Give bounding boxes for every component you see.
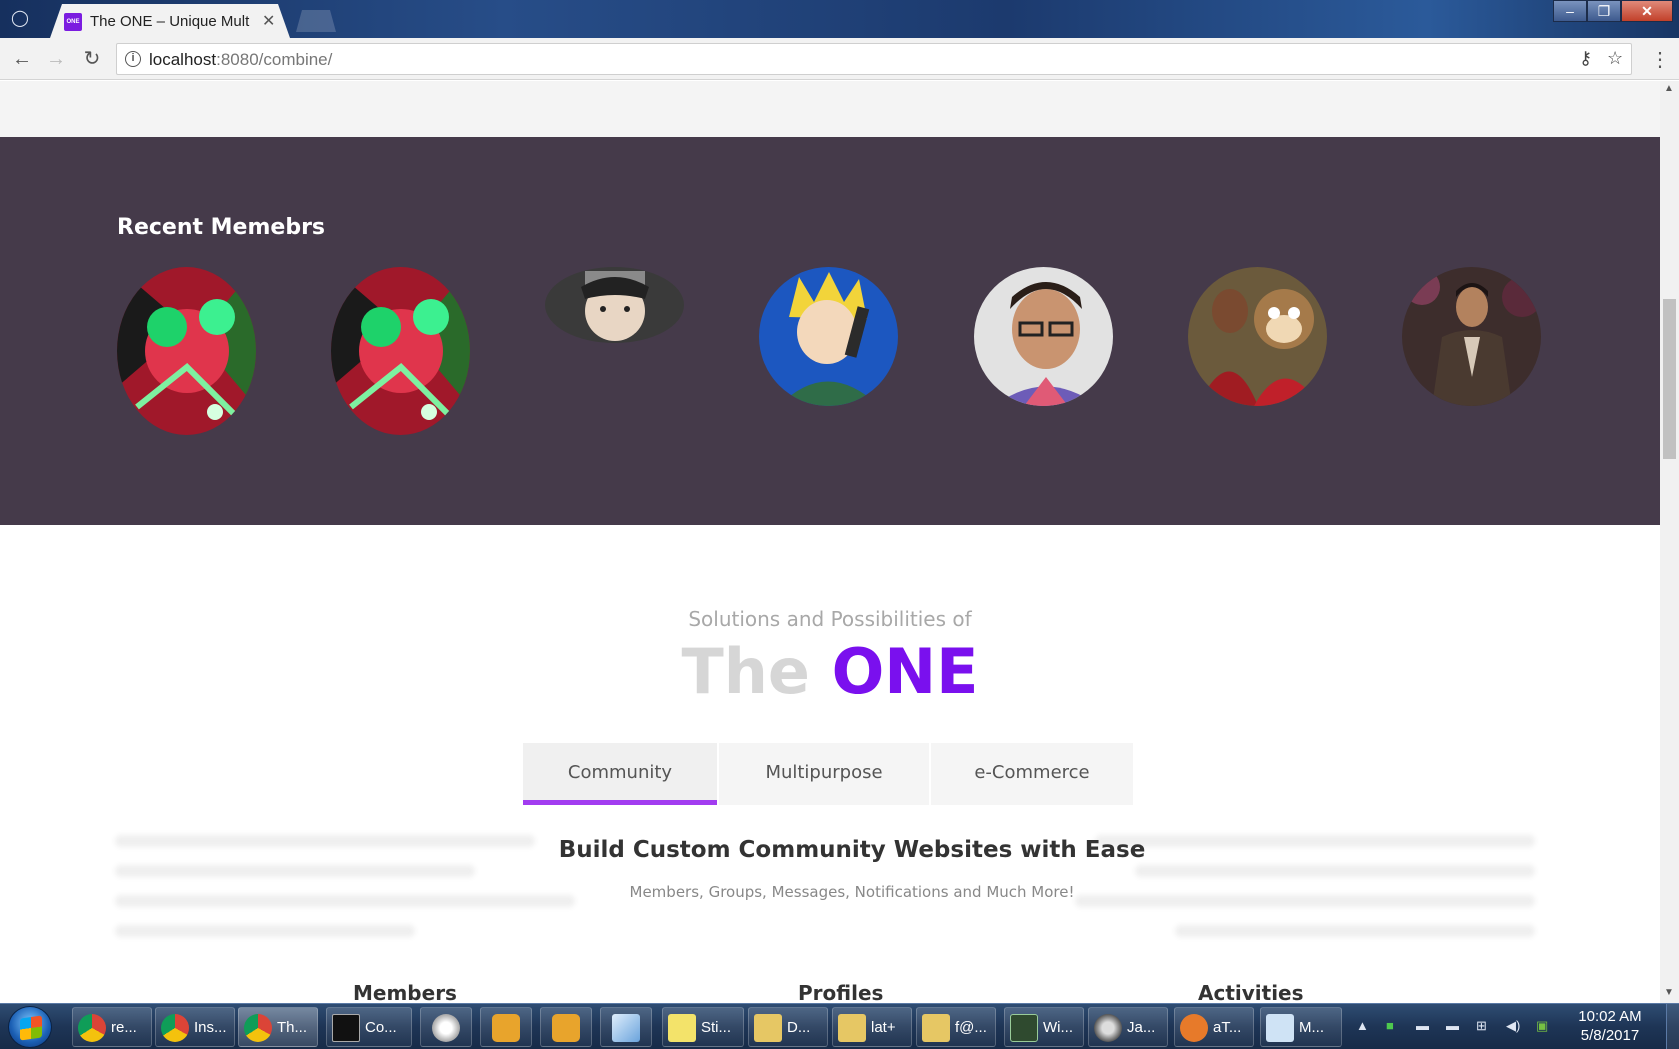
nvidia-icon[interactable]: ▣ — [1536, 1018, 1548, 1034]
key-icon[interactable]: ⚷ — [1579, 48, 1592, 69]
member-avatar[interactable] — [545, 267, 684, 343]
tab-community[interactable]: Community — [523, 743, 717, 805]
member-avatar[interactable] — [759, 267, 898, 406]
java-gear-icon — [1094, 1014, 1122, 1042]
solutions-tabs: Community Multipurpose e-Commerce — [523, 743, 1135, 805]
star-icon[interactable]: ☆ — [1607, 48, 1623, 69]
tab-multipurpose[interactable]: Multipurpose — [719, 743, 929, 805]
terminal-icon — [1010, 1014, 1038, 1042]
url-text: localhost:8080/combine/ — [149, 50, 333, 69]
taskbar-item[interactable]: Ja... — [1088, 1007, 1168, 1047]
mysql-workbench-icon — [1266, 1014, 1294, 1042]
compass-icon — [432, 1014, 460, 1042]
heading-one: ONE — [831, 635, 979, 708]
scroll-up-icon[interactable]: ▲ — [1664, 83, 1674, 94]
feature-title: Build Custom Community Websites with Eas… — [558, 837, 1146, 863]
browser-tab-active[interactable]: ONE The ONE – Unique Multip ✕ — [50, 4, 290, 38]
sublime-icon — [492, 1014, 520, 1042]
tray-drive-icon[interactable]: ▬ — [1416, 1018, 1429, 1033]
taskbar-item-active[interactable]: Th... — [238, 1007, 318, 1047]
top-strip — [0, 81, 1660, 137]
new-tab-button[interactable] — [296, 10, 336, 32]
chrome-icon — [244, 1014, 272, 1042]
taskbar-item[interactable] — [480, 1007, 532, 1047]
taskbar-item[interactable]: D... — [748, 1007, 828, 1047]
taskbar-item[interactable]: M... — [1260, 1007, 1342, 1047]
folder-icon — [754, 1014, 782, 1042]
info-icon[interactable]: i — [125, 51, 141, 67]
folder-icon — [838, 1014, 866, 1042]
taskbar-item[interactable]: f@... — [916, 1007, 996, 1047]
solutions-heading: The ONE — [0, 635, 1660, 708]
solutions-subtitle: Solutions and Possibilities of — [688, 607, 972, 631]
minimize-button[interactable]: – — [1553, 0, 1587, 22]
taskbar-item[interactable] — [600, 1007, 652, 1047]
close-window-button[interactable]: ✕ — [1621, 0, 1673, 22]
taskbar-item[interactable] — [540, 1007, 592, 1047]
page-viewport: Recent Memebrs Solutions and Possibiliti… — [0, 81, 1660, 1003]
member-avatar[interactable] — [974, 267, 1113, 406]
cube-icon — [612, 1014, 640, 1042]
browser-titlebar: ◯ ONE The ONE – Unique Multip ✕ – ❐ ✕ — [0, 0, 1679, 38]
page-scrollbar[interactable]: ▲ ▼ — [1660, 81, 1679, 1003]
column-title-members: Members — [353, 981, 457, 1003]
section-title: Recent Memebrs — [117, 215, 326, 240]
start-button[interactable] — [8, 1006, 52, 1048]
clock-date: 5/8/2017 — [1580, 1027, 1640, 1044]
network-icon[interactable]: ⊞ — [1476, 1018, 1487, 1034]
chrome-icon — [161, 1014, 189, 1042]
cmd-icon — [332, 1014, 360, 1042]
taskbar-item[interactable]: Wi... — [1004, 1007, 1084, 1047]
solutions-section: Solutions and Possibilities of The ONE C… — [0, 525, 1660, 1003]
reload-icon[interactable]: ↻ — [80, 47, 104, 71]
forward-icon[interactable]: → — [44, 47, 68, 71]
tray-drive-icon[interactable]: ▬ — [1446, 1018, 1459, 1033]
taskbar-item[interactable]: lat+ — [832, 1007, 912, 1047]
member-avatar[interactable] — [117, 267, 256, 435]
member-avatar[interactable] — [1188, 267, 1327, 406]
sticky-notes-icon — [668, 1014, 696, 1042]
volume-icon[interactable]: ◀) — [1506, 1018, 1520, 1034]
incognito-icon: ◯ — [11, 10, 29, 27]
sublime-icon — [552, 1014, 580, 1042]
back-icon[interactable]: ← — [10, 47, 34, 71]
clock-time: 10:02 AM — [1578, 1008, 1642, 1025]
feature-subtitle: Members, Groups, Messages, Notifications… — [629, 883, 1075, 901]
tab-ecommerce[interactable]: e-Commerce — [931, 743, 1133, 805]
taskbar-item[interactable]: Ins... — [155, 1007, 235, 1047]
system-clock[interactable]: 10:02 AM 5/8/2017 — [1560, 1007, 1660, 1045]
scroll-down-icon[interactable]: ▼ — [1664, 987, 1674, 998]
tab-close-icon[interactable]: ✕ — [262, 11, 275, 31]
maximize-button[interactable]: ❐ — [1587, 0, 1621, 22]
tab-title: The ONE – Unique Multip — [90, 13, 250, 30]
column-title-activities: Activities — [1198, 981, 1304, 1003]
member-avatar[interactable] — [331, 267, 470, 435]
heading-the: The — [681, 635, 810, 708]
paw-icon — [1180, 1014, 1208, 1042]
taskbar-item[interactable]: re... — [72, 1007, 152, 1047]
tray-app-icon[interactable]: ■ — [1386, 1018, 1394, 1033]
chrome-icon — [78, 1014, 106, 1042]
scroll-thumb[interactable] — [1663, 299, 1676, 459]
column-title-profiles: Profiles — [798, 981, 884, 1003]
menu-icon[interactable]: ⋮ — [1650, 47, 1670, 72]
browser-toolbar: ← → ↻ i localhost:8080/combine/ ⚷ ☆ ⋮ — [0, 38, 1679, 80]
member-avatar[interactable] — [1402, 267, 1541, 406]
windows-taskbar: re... Ins... Th... Co... Sti... D... lat… — [0, 1003, 1679, 1049]
folder-icon — [922, 1014, 950, 1042]
recent-members-section: Recent Memebrs — [0, 137, 1660, 525]
show-hidden-icons-icon[interactable]: ▲ — [1356, 1018, 1369, 1033]
show-desktop-button[interactable] — [1666, 1004, 1679, 1049]
windows-logo-icon — [20, 1015, 42, 1041]
address-bar[interactable]: i localhost:8080/combine/ ⚷ ☆ — [116, 43, 1632, 75]
taskbar-item[interactable] — [420, 1007, 472, 1047]
taskbar-item[interactable]: Co... — [326, 1007, 412, 1047]
window-controls: – ❐ ✕ — [1553, 0, 1673, 22]
taskbar-item[interactable]: aT... — [1174, 1007, 1254, 1047]
taskbar-item[interactable]: Sti... — [662, 1007, 744, 1047]
favicon-icon: ONE — [64, 13, 82, 31]
